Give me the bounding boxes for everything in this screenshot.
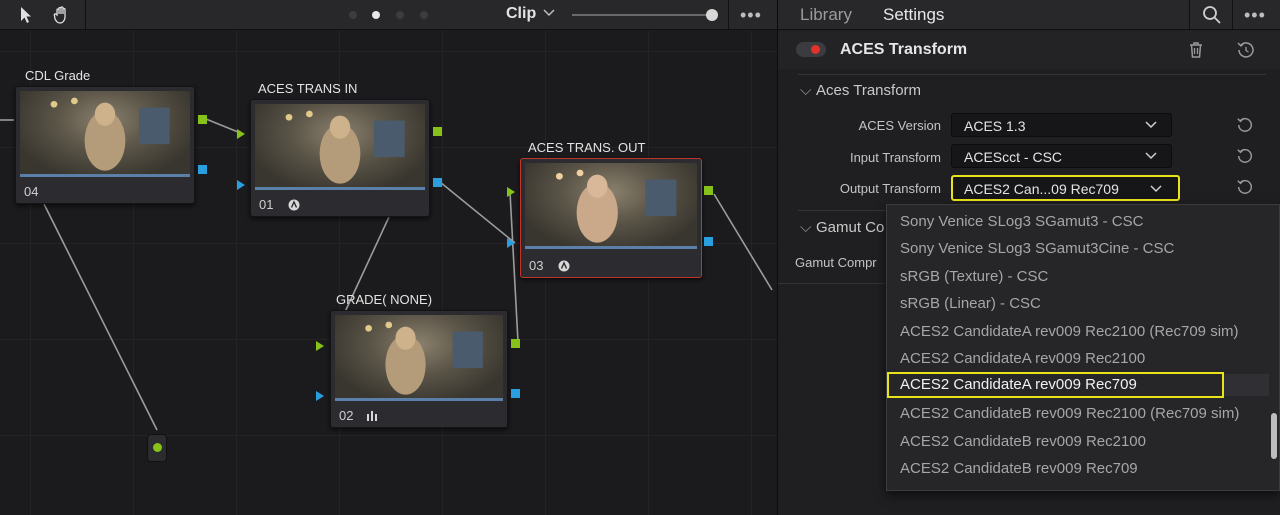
trash-icon[interactable] bbox=[1188, 41, 1204, 59]
output-transform-select[interactable]: ACES2 Can...09 Rec709 bbox=[951, 175, 1180, 201]
aces-badge-icon bbox=[288, 199, 300, 211]
ofx-header: ACES Transform bbox=[778, 31, 1280, 69]
node-grade[interactable]: 02 bbox=[330, 310, 508, 428]
dropdown-item[interactable]: ACES2 CandidateB rev009 Rec2100 bbox=[900, 433, 1146, 450]
section-gamut-compress[interactable]: ⌵ Gamut Co bbox=[800, 219, 884, 236]
node-label-grade: GRADE( NONE) bbox=[336, 292, 433, 307]
node-number: 02 bbox=[339, 408, 354, 423]
dropdown-item[interactable]: sRGB (Texture) - CSC bbox=[900, 268, 1048, 285]
aces-version-label: ACES Version bbox=[858, 118, 941, 133]
rgb-output-port[interactable] bbox=[704, 186, 713, 195]
node-label-cdl-grade: CDL Grade bbox=[25, 68, 91, 83]
node-number: 04 bbox=[24, 184, 39, 199]
node-aces-trans-out[interactable]: 03 bbox=[520, 158, 702, 278]
node-aces-trans-in[interactable]: 01 bbox=[250, 99, 430, 217]
wire-trans-in-key bbox=[439, 181, 516, 244]
node-thumbnail bbox=[255, 104, 425, 190]
dropdown-scrollbar[interactable] bbox=[1271, 413, 1277, 459]
key-output-port[interactable] bbox=[511, 389, 520, 398]
rgb-input-port[interactable] bbox=[507, 187, 515, 197]
key-output-port[interactable] bbox=[704, 237, 713, 246]
dropdown-item[interactable]: ACES2 CandidateA rev009 Rec2100 (Rec709 … bbox=[900, 323, 1239, 340]
wire-grade-to-trans-out bbox=[509, 191, 519, 343]
tab-library[interactable]: Library bbox=[800, 5, 852, 25]
aces-enable-toggle[interactable] bbox=[796, 42, 826, 57]
key-input-port[interactable] bbox=[237, 180, 245, 190]
rgb-input-port[interactable] bbox=[316, 341, 324, 351]
reset-icon[interactable] bbox=[1236, 116, 1254, 134]
output-transform-dropdown[interactable]: Sony Venice SLog3 SGamut3 - CSC Sony Ven… bbox=[886, 204, 1280, 491]
node-number: 01 bbox=[259, 197, 274, 212]
node-label-aces-trans-in: ACES TRANS IN bbox=[258, 81, 358, 96]
rgb-input-port[interactable] bbox=[237, 129, 245, 139]
wire-trans-out-exit bbox=[713, 193, 773, 291]
key-input-port[interactable] bbox=[316, 391, 324, 401]
node-number: 03 bbox=[529, 258, 544, 273]
tab-settings[interactable]: Settings bbox=[883, 5, 944, 25]
input-transform-label: Input Transform bbox=[849, 150, 941, 165]
node-thumbnail bbox=[525, 163, 697, 249]
dropdown-item[interactable]: ACES2 CandidateB rev009 Rec709 bbox=[900, 460, 1138, 477]
rgb-output-port[interactable] bbox=[433, 127, 442, 136]
aces-badge-icon bbox=[558, 260, 570, 272]
search-icon[interactable] bbox=[1202, 5, 1222, 25]
reset-icon[interactable] bbox=[1236, 147, 1254, 165]
dropdown-item[interactable]: Sony Venice SLog3 SGamut3Cine - CSC bbox=[900, 240, 1174, 257]
rgb-output-port[interactable] bbox=[198, 115, 207, 124]
node-cdl-grade[interactable]: 04 bbox=[15, 86, 195, 204]
key-output-port[interactable] bbox=[198, 165, 207, 174]
dropdown-item-selected[interactable]: ACES2 CandidateA rev009 Rec709 bbox=[887, 372, 1224, 398]
node-editor[interactable]: Clip ••• CDL Grade 04 ACES TRANS IN 01 A… bbox=[0, 0, 777, 515]
panel-tabs: Library Settings ••• bbox=[778, 0, 1280, 30]
timeline-output-node[interactable] bbox=[147, 434, 167, 462]
node-thumbnail bbox=[335, 315, 503, 401]
section-aces-transform[interactable]: ⌵ Aces Transform bbox=[800, 82, 921, 99]
chevron-down-icon bbox=[1150, 185, 1162, 193]
input-transform-select[interactable]: ACEScct - CSC bbox=[951, 144, 1172, 168]
dropdown-item[interactable]: ACES2 CandidateA rev009 Rec2100 bbox=[900, 350, 1145, 367]
key-input-port[interactable] bbox=[507, 238, 515, 248]
dropdown-item[interactable]: ACES2 CandidateB rev009 Rec2100 (Rec709 … bbox=[900, 405, 1239, 422]
aces-version-select[interactable]: ACES 1.3 bbox=[951, 113, 1172, 137]
reset-all-icon[interactable] bbox=[1236, 40, 1256, 60]
node-thumbnail bbox=[20, 91, 190, 177]
chevron-down-icon bbox=[1145, 121, 1157, 129]
rgb-output-port[interactable] bbox=[511, 339, 520, 348]
chevron-down-icon: ⌵ bbox=[800, 82, 812, 99]
chevron-down-icon bbox=[1145, 152, 1157, 160]
more-options-icon[interactable]: ••• bbox=[1244, 6, 1266, 24]
dropdown-item[interactable]: sRGB (Linear) - CSC bbox=[900, 295, 1041, 312]
node-label-aces-trans-out: ACES TRANS. OUT bbox=[528, 140, 646, 155]
gamut-compress-label: Gamut Compr bbox=[795, 255, 877, 270]
wire-cdl-to-output bbox=[43, 203, 158, 431]
reset-icon[interactable] bbox=[1236, 178, 1254, 196]
output-transform-label: Output Transform bbox=[839, 181, 941, 196]
levels-badge-icon bbox=[367, 411, 377, 421]
dropdown-item[interactable]: Sony Venice SLog3 SGamut3 - CSC bbox=[900, 213, 1143, 230]
ofx-title: ACES Transform bbox=[840, 41, 968, 58]
chevron-down-icon: ⌵ bbox=[800, 219, 812, 236]
key-output-port[interactable] bbox=[433, 178, 442, 187]
